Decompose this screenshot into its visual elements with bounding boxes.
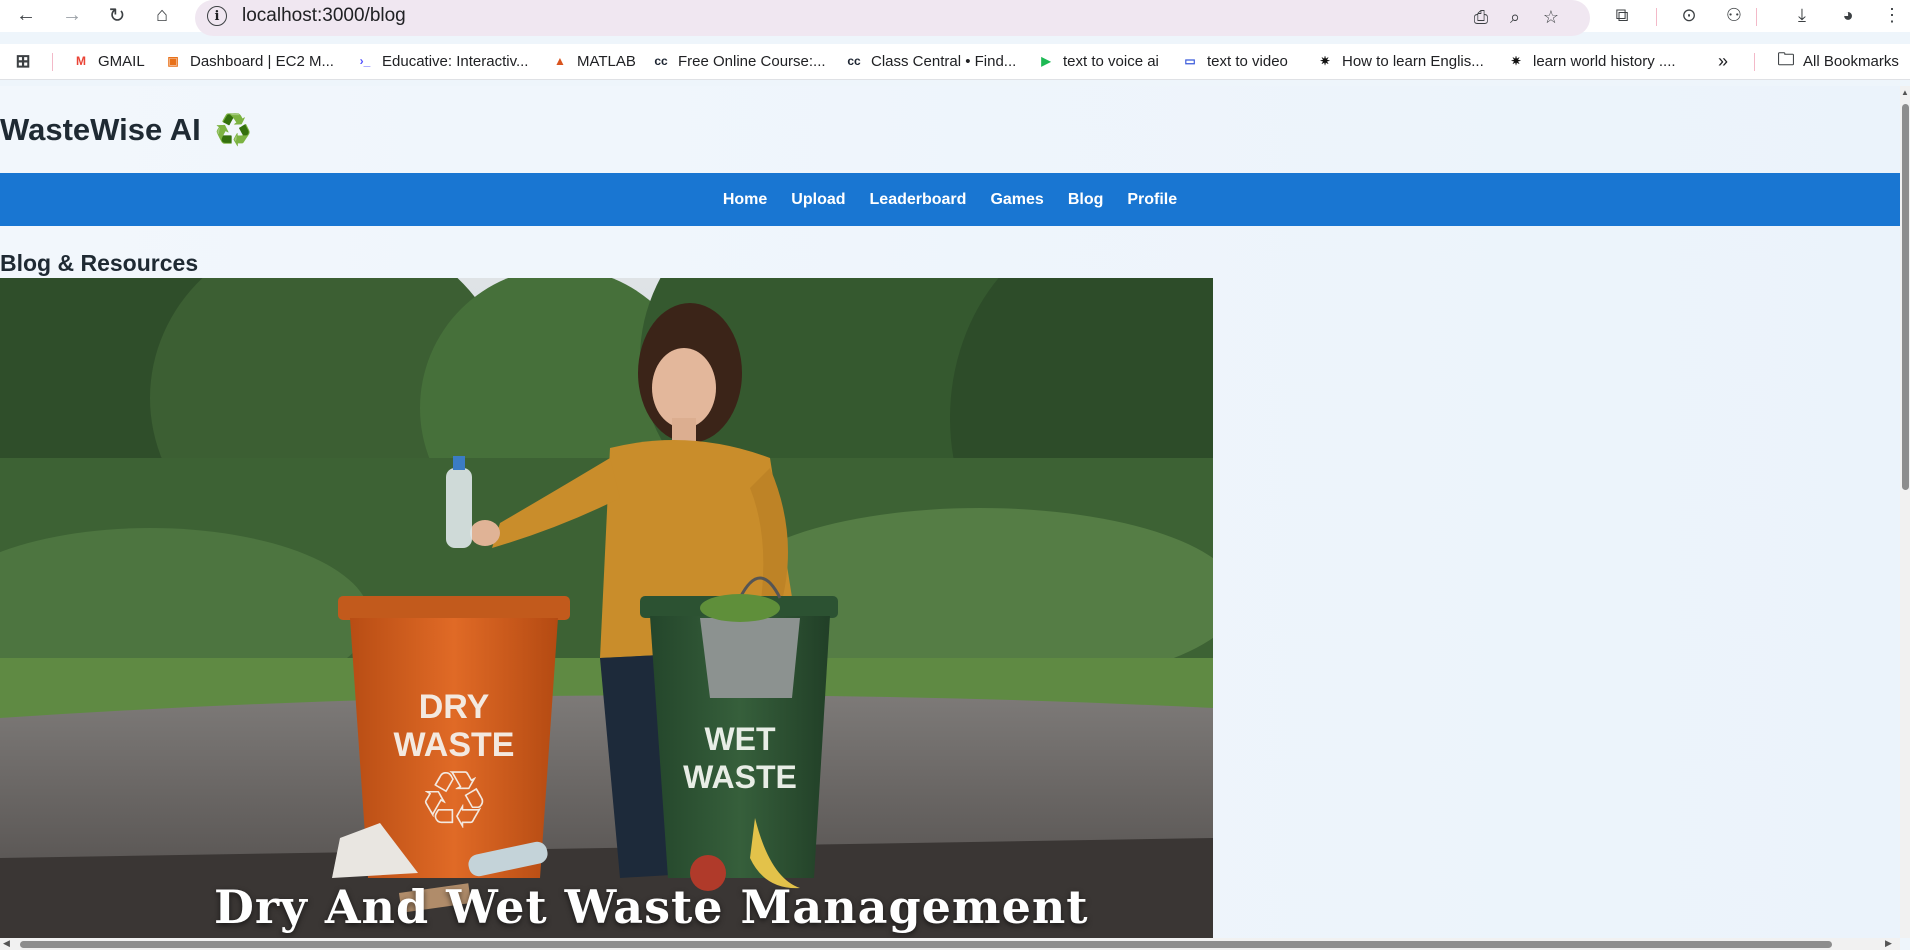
toolbar-divider (1756, 8, 1757, 26)
menu-kebab-icon[interactable]: ⋮ (1876, 0, 1908, 30)
wet-bin-label-line2: WASTE (683, 759, 797, 795)
bookmark-item[interactable]: cc Class Central • Find... (845, 49, 1016, 73)
classcentral-icon: cc (654, 54, 668, 68)
hero-caption: Dry And Wet Waste Management (214, 880, 1089, 934)
app-title: WasteWise AI (0, 112, 201, 147)
gmail-icon: M (76, 54, 86, 68)
more-bookmarks-chevron-icon[interactable]: » (1718, 49, 1728, 73)
section-title: Blog & Resources (0, 250, 199, 276)
nav-home[interactable]: Home (723, 191, 767, 209)
horizontal-scroll-thumb[interactable] (20, 941, 1832, 948)
classcentral-icon: cc (847, 54, 861, 68)
bookmark-label: Free Online Course:... (678, 52, 826, 70)
profile-avatar-icon[interactable]: ◕ (1832, 0, 1864, 30)
nav-upload[interactable]: Upload (791, 191, 845, 209)
download-icon[interactable]: ⤓ (1786, 0, 1818, 30)
recycle-symbol-icon: ♲ (418, 754, 490, 847)
scroll-up-icon[interactable]: ▲ (1901, 88, 1909, 97)
bookmark-item[interactable]: cc Free Online Course:... (652, 49, 826, 73)
all-bookmarks-button[interactable]: 🗀 All Bookmarks (1777, 49, 1899, 73)
recycle-icon: ♻️ (214, 113, 253, 147)
wet-bin-label-line1: WET (704, 721, 776, 757)
address-bar[interactable]: i localhost:3000/blog ⎙ ⌕ ☆ (195, 0, 1590, 36)
folder-icon: 🗀 (1777, 49, 1795, 69)
bookmark-label: text to voice ai (1063, 52, 1159, 70)
address-url[interactable]: localhost:3000/blog (242, 5, 406, 27)
nav-blog[interactable]: Blog (1068, 191, 1104, 209)
bookmark-label: text to video (1207, 52, 1288, 70)
bookmark-item[interactable]: ▣ Dashboard | EC2 M... (164, 49, 334, 73)
apps-grid-icon[interactable]: ⊞ (14, 49, 32, 73)
nav-games[interactable]: Games (990, 191, 1043, 209)
dry-bin-label-line1: DRY (419, 688, 490, 726)
bookmark-label: How to learn Englis... (1342, 52, 1484, 70)
extensions-icon[interactable]: ⧉ (1606, 0, 1638, 30)
site-info-icon[interactable]: i (207, 6, 227, 26)
video-icon: ▭ (1184, 54, 1196, 68)
vertical-scrollbar[interactable]: ▲ (1900, 86, 1910, 938)
vertical-scroll-thumb[interactable] (1902, 104, 1909, 490)
matlab-icon: ▲ (554, 54, 566, 68)
educative-icon: ›_ (359, 54, 371, 68)
install-app-icon[interactable]: ⎙ (1467, 3, 1495, 31)
bookmark-item[interactable]: M GMAIL (72, 49, 145, 73)
bookmarks-divider (52, 53, 53, 71)
incognito-icon[interactable]: ⚇ (1718, 0, 1750, 30)
toolbar-divider (1656, 8, 1657, 26)
nav-profile[interactable]: Profile (1127, 191, 1177, 209)
scroll-right-icon[interactable]: ▶ (1885, 938, 1892, 949)
horizontal-scrollbar[interactable]: ◀ ▶ (0, 938, 1900, 950)
bookmark-label: Educative: Interactiv... (382, 52, 529, 70)
browser-toolbar: ← → ↻ ⌂ i localhost:3000/blog ⎙ ⌕ ☆ ⧉ ⊙ … (0, 0, 1910, 36)
bookmark-item[interactable]: ▭ text to video (1181, 49, 1288, 73)
back-arrow-icon[interactable]: ← (10, 0, 42, 30)
asterisk-icon: ✷ (1319, 54, 1331, 68)
play-icon: ▶ (1041, 54, 1051, 68)
bookmark-item[interactable]: ✷ learn world history .... (1507, 49, 1676, 73)
bookmark-label: learn world history .... (1533, 52, 1676, 70)
app-header: WasteWise AI ♻️ (0, 110, 252, 150)
asterisk-icon: ✷ (1510, 54, 1522, 68)
nav-leaderboard[interactable]: Leaderboard (870, 191, 967, 209)
screenshot-icon[interactable]: ⊙ (1673, 0, 1705, 30)
bookmark-label: GMAIL (98, 52, 145, 70)
bookmarks-bar: ⊞ M GMAIL ▣ Dashboard | EC2 M... ›_ Educative… (0, 44, 1910, 80)
aws-icon: ▣ (167, 54, 179, 68)
hero-illustration: DRY WASTE ♲ WET WASTE (0, 278, 1213, 938)
home-icon[interactable]: ⌂ (146, 0, 178, 30)
bookmarks-divider (1754, 53, 1755, 71)
zoom-icon[interactable]: ⌕ (1501, 3, 1529, 31)
bookmark-label: MATLAB (577, 52, 636, 70)
bookmark-label: Dashboard | EC2 M... (190, 52, 334, 70)
bookmark-item[interactable]: ✷ How to learn Englis... (1316, 49, 1484, 73)
bookmark-item[interactable]: ▶ text to voice ai (1037, 49, 1159, 73)
scroll-left-icon[interactable]: ◀ (3, 938, 10, 949)
bookmark-label: Class Central • Find... (871, 52, 1017, 70)
page-content: WasteWise AI ♻️ Home Upload Leaderboard … (0, 86, 1900, 938)
bookmark-item[interactable]: ▲ MATLAB (551, 49, 636, 73)
blog-hero-image[interactable]: DRY WASTE ♲ WET WASTE Dry And Wet Waste … (0, 278, 1213, 938)
all-bookmarks-label: All Bookmarks (1803, 52, 1899, 70)
forward-arrow-icon[interactable]: → (56, 0, 88, 30)
main-navbar: Home Upload Leaderboard Games Blog Profi… (0, 173, 1900, 226)
bookmark-item[interactable]: ›_ Educative: Interactiv... (356, 49, 529, 73)
reload-icon[interactable]: ↻ (101, 0, 133, 30)
bookmark-star-icon[interactable]: ☆ (1537, 3, 1565, 31)
